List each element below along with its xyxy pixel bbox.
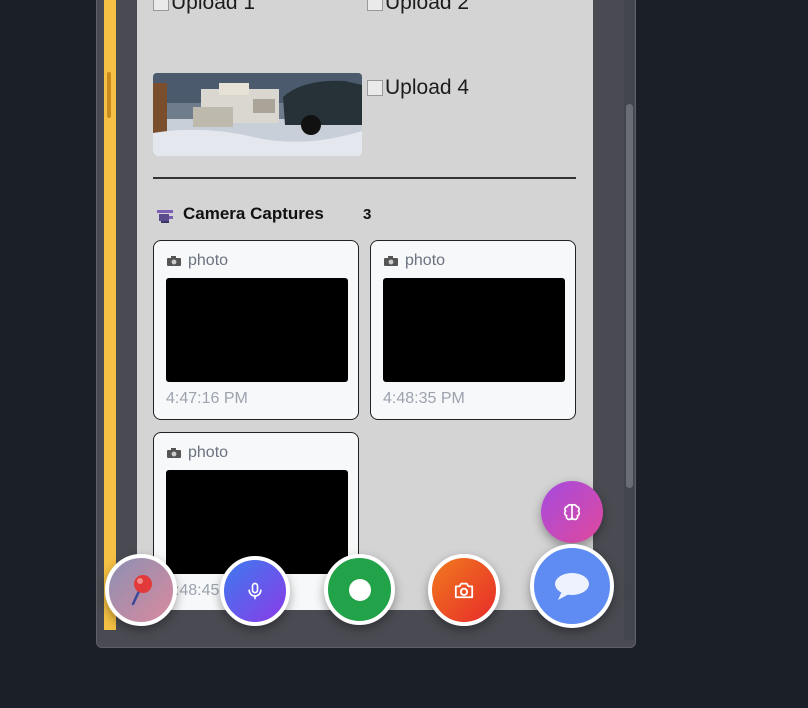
upload-2: Upload 2 [367, 0, 469, 15]
capture-time: 4:47:16 PM [166, 390, 248, 407]
video-camera-icon [157, 210, 173, 223]
card-header: photo [383, 252, 445, 270]
uploaded-photo [153, 73, 362, 156]
accent-handle[interactable] [107, 72, 111, 118]
record-button[interactable] [324, 554, 395, 625]
card-header: photo [166, 444, 228, 462]
broken-image-icon [153, 0, 169, 11]
microphone-icon [248, 582, 262, 600]
card-header: photo [166, 252, 228, 270]
camera-icon [384, 255, 398, 266]
camera-icon [167, 255, 181, 266]
broken-image-icon [367, 80, 383, 96]
capture-card[interactable]: photo 4:48:35 PM [370, 240, 576, 420]
capture-time: 4:48:35 PM [383, 390, 465, 407]
pin-button[interactable] [105, 554, 177, 626]
microphone-button[interactable] [220, 556, 290, 626]
section-divider [153, 177, 576, 179]
camera-icon [167, 447, 181, 458]
section-title: Camera Captures [183, 204, 324, 223]
broken-image-icon [367, 0, 383, 11]
camera-icon [454, 582, 474, 599]
pushpin-icon [131, 575, 152, 606]
scrollbar-thumb[interactable] [626, 104, 633, 488]
capture-image[interactable] [166, 278, 348, 382]
capture-count: 3 [363, 206, 372, 223]
upload-3-photo[interactable] [153, 73, 362, 156]
chat-button[interactable] [530, 544, 614, 628]
camera-button[interactable] [428, 554, 500, 626]
record-icon [348, 578, 371, 601]
brain-button[interactable] [541, 481, 603, 543]
capture-image[interactable] [383, 278, 565, 382]
capture-card[interactable]: photo 4:47:16 PM [153, 240, 359, 420]
upload-1: Upload 1 [153, 0, 255, 15]
chat-bubble-icon [555, 573, 589, 600]
upload-4: Upload 4 [367, 76, 469, 100]
brain-icon [563, 503, 581, 521]
content-panel: Upload 1 Upload 2 Upload 4 Camera Captur… [137, 0, 593, 610]
